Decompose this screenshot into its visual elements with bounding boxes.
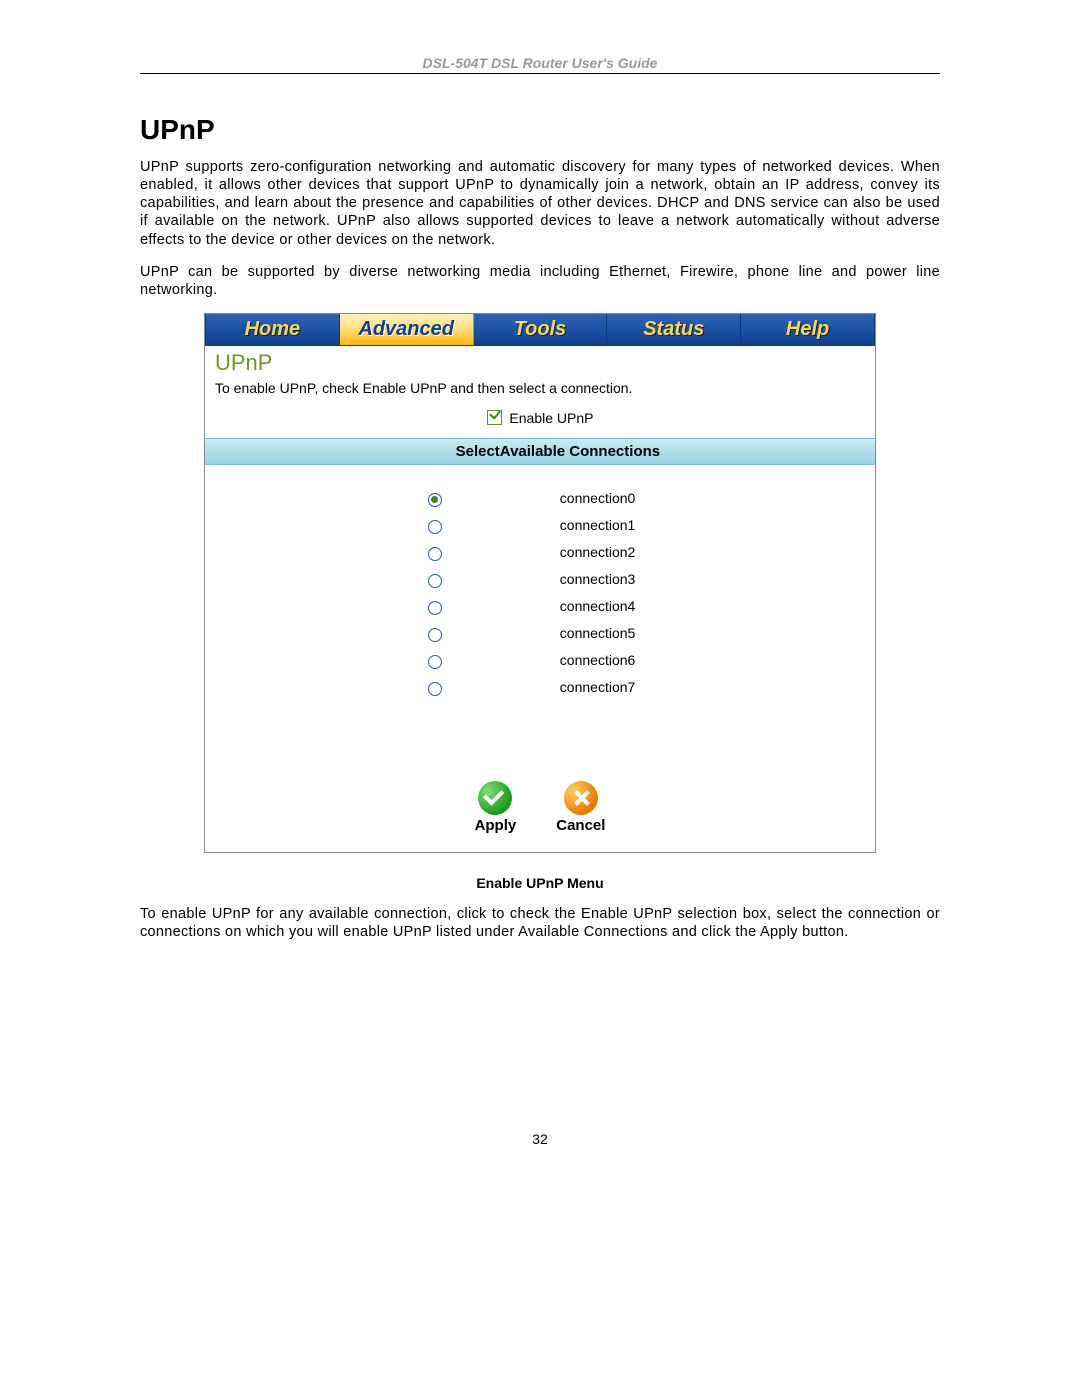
enable-upnp-row: Enable UPnP: [205, 410, 875, 438]
connection-row: connection6: [205, 647, 875, 674]
cancel-icon: [564, 781, 598, 815]
paragraph-3: To enable UPnP for any available connect…: [140, 905, 940, 941]
router-ui-screenshot: Home Advanced Tools Status Help UPnP To …: [204, 313, 876, 853]
connection-label: connection1: [500, 517, 875, 533]
enable-upnp-label: Enable UPnP: [509, 410, 593, 426]
connection-label: connection4: [500, 598, 875, 614]
connection-radio[interactable]: [428, 601, 442, 615]
connection-row: connection7: [205, 674, 875, 701]
tab-bar: Home Advanced Tools Status Help: [205, 314, 875, 346]
connection-radio[interactable]: [428, 493, 442, 507]
button-row: Apply Cancel: [205, 701, 875, 852]
connection-radio[interactable]: [428, 628, 442, 642]
connection-row: connection1: [205, 512, 875, 539]
paragraph-1: UPnP supports zero-configuration network…: [140, 158, 940, 249]
connection-radio[interactable]: [428, 547, 442, 561]
tab-advanced[interactable]: Advanced: [340, 314, 474, 346]
tab-status[interactable]: Status: [607, 314, 741, 346]
cancel-label: Cancel: [556, 817, 605, 834]
connection-radio[interactable]: [428, 520, 442, 534]
connection-label: connection6: [500, 652, 875, 668]
enable-upnp-checkbox[interactable]: [487, 410, 502, 425]
apply-button[interactable]: Apply: [475, 781, 517, 834]
paragraph-2: UPnP can be supported by diverse network…: [140, 263, 940, 299]
header-rule: [140, 73, 940, 74]
panel-title: UPnP: [205, 346, 875, 376]
column-header: Select Available Connections: [205, 438, 875, 465]
connection-row: connection2: [205, 539, 875, 566]
connection-row: connection3: [205, 566, 875, 593]
connection-row: connection5: [205, 620, 875, 647]
connection-radio[interactable]: [428, 682, 442, 696]
figure-caption: Enable UPnP Menu: [140, 875, 940, 891]
section-title: UPnP: [140, 114, 940, 146]
connection-row: connection0: [205, 485, 875, 512]
tab-help[interactable]: Help: [741, 314, 875, 346]
connection-label: connection2: [500, 544, 875, 560]
panel-subtitle: To enable UPnP, check Enable UPnP and th…: [205, 376, 875, 410]
tab-tools[interactable]: Tools: [474, 314, 608, 346]
connection-radio[interactable]: [428, 574, 442, 588]
connection-row: connection4: [205, 593, 875, 620]
connection-radio[interactable]: [428, 655, 442, 669]
connection-label: connection3: [500, 571, 875, 587]
tab-home[interactable]: Home: [205, 314, 340, 346]
connection-label: connection0: [500, 490, 875, 506]
cancel-button[interactable]: Cancel: [556, 781, 605, 834]
col-header-select: Select: [205, 439, 500, 464]
connection-label: connection7: [500, 679, 875, 695]
col-header-available: Available Connections: [500, 439, 875, 464]
connection-list: connection0 connection1 connection2 connect…: [205, 465, 875, 701]
connection-label: connection5: [500, 625, 875, 641]
doc-header: DSL-504T DSL Router User's Guide: [140, 55, 940, 71]
apply-icon: [478, 781, 512, 815]
apply-label: Apply: [475, 817, 517, 834]
page-number: 32: [0, 1131, 1080, 1147]
